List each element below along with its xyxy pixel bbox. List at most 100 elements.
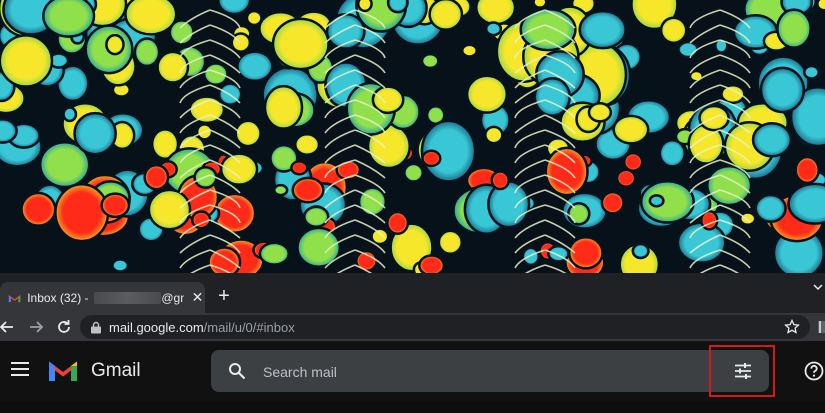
wallpaper-cell — [677, 40, 700, 59]
wallpaper-cell — [403, 162, 425, 183]
wallpaper-cell — [421, 149, 442, 168]
wallpaper-cell — [776, 8, 812, 49]
lock-icon — [91, 321, 101, 333]
wallpaper-cell — [124, 0, 178, 36]
gmail-logo-icon[interactable] — [47, 358, 79, 382]
wallpaper-cell — [612, 114, 650, 145]
wallpaper-cell — [20, 191, 57, 227]
wallpaper-cell — [794, 155, 820, 185]
chevron-down-icon[interactable] — [812, 281, 824, 293]
wallpaper-cell — [386, 0, 409, 14]
new-tab-button[interactable]: + — [214, 286, 234, 306]
wallpaper-cell — [291, 176, 325, 204]
wallpaper-cell — [293, 133, 321, 156]
wallpaper-cell — [521, 246, 541, 267]
wallpaper-cell — [216, 0, 252, 16]
wallpaper-cell — [303, 205, 330, 228]
wallpaper-feather — [699, 264, 740, 273]
wallpaper-cell — [236, 50, 274, 83]
wallpaper-cell — [615, 168, 637, 188]
redacted-email — [93, 291, 162, 304]
wallpaper-cell — [587, 102, 613, 123]
browser-toolbar: mail.google.com/mail/u/0/#inbox — [0, 313, 825, 341]
gmail-favicon-icon — [8, 294, 21, 302]
wallpaper-cell — [484, 125, 504, 145]
forward-arrow-icon[interactable] — [27, 318, 45, 336]
tab-title-suffix: @gn — [161, 290, 184, 305]
help-icon[interactable] — [804, 361, 824, 381]
wallpaper-cell — [290, 160, 309, 176]
address-bar[interactable]: mail.google.com/mail/u/0/#inbox — [80, 315, 810, 339]
wallpaper-cell — [105, 33, 125, 56]
tab-close-button[interactable]: ✕ — [190, 289, 205, 306]
wallpaper-cell — [460, 43, 478, 58]
desktop-wallpaper — [0, 0, 825, 273]
wallpaper-cell — [0, 117, 18, 144]
wallpaper-cell — [659, 16, 688, 45]
wallpaper-cell — [62, 106, 78, 123]
wallpaper-cell — [578, 9, 627, 50]
gmail-body-edge — [0, 401, 825, 413]
wallpaper-cell — [147, 188, 192, 231]
wallpaper-cell — [418, 254, 446, 273]
wallpaper-cell — [803, 64, 821, 80]
browser-tab-inbox[interactable]: Inbox (32) - @gn ✕ — [0, 282, 205, 313]
wallpaper-cell — [428, 0, 464, 31]
wallpaper-cell — [202, 62, 229, 87]
wallpaper-cell — [54, 182, 110, 243]
wallpaper-cell — [258, 241, 291, 266]
wallpaper-cell — [484, 21, 503, 37]
wallpaper-cell — [111, 258, 130, 273]
search-bar — [211, 350, 769, 394]
url-host: mail.google.com — [109, 319, 204, 335]
wallpaper-cell — [133, 37, 161, 68]
wallpaper-cell — [631, 242, 650, 260]
search-icon[interactable] — [228, 362, 246, 380]
gmail-wordmark: Gmail — [91, 360, 141, 381]
wallpaper-cell — [816, 0, 825, 12]
wallpaper-cell — [0, 34, 54, 88]
wallpaper-cell — [437, 229, 463, 256]
url-text: mail.google.com/mail/u/0/#inbox — [109, 320, 295, 335]
wallpaper-cell — [759, 66, 806, 114]
wallpaper-cell — [371, 85, 405, 115]
wallpaper-cell — [738, 211, 757, 226]
wallpaper-cell — [245, 9, 263, 27]
reload-icon[interactable] — [55, 318, 73, 336]
wallpaper-cell — [73, 111, 117, 156]
wallpaper-cell — [532, 0, 548, 9]
search-input[interactable] — [261, 350, 705, 394]
wallpaper-cell — [754, 193, 787, 223]
wallpaper-cell — [519, 7, 577, 52]
wallpaper-cell — [271, 17, 330, 71]
extension-icon[interactable] — [815, 319, 825, 335]
tab-title: Inbox (32) - — [27, 290, 89, 305]
wallpaper-cell — [386, 210, 410, 236]
url-path: /mail/u/0/#inbox — [203, 319, 295, 335]
search-options-highlight-box — [709, 345, 775, 397]
wallpaper-cell — [420, 52, 440, 70]
wallpaper-cell — [465, 74, 509, 114]
bookmark-star-icon[interactable] — [784, 319, 800, 335]
wallpaper-cell — [567, 201, 591, 226]
back-arrow-icon[interactable] — [0, 318, 16, 336]
wallpaper-cell — [219, 152, 259, 186]
wallpaper-cell — [356, 0, 373, 13]
main-menu-icon[interactable] — [11, 362, 29, 376]
wallpaper-cell — [474, 0, 517, 26]
wallpaper-cell — [370, 227, 390, 246]
wallpaper-cell — [688, 69, 705, 83]
wallpaper-cell — [272, 183, 289, 197]
wallpaper-cell — [622, 151, 644, 172]
browser-tab-strip: Inbox (32) - @gn ✕ + — [0, 273, 825, 313]
wallpaper-cell — [42, 0, 96, 38]
gmail-header: Gmail — [0, 341, 825, 401]
wallpaper-cell — [212, 192, 257, 234]
wallpaper-cell — [100, 192, 131, 219]
wallpaper-cell — [751, 122, 793, 158]
wallpaper-cell — [490, 170, 510, 191]
wallpaper-cell — [648, 194, 665, 208]
wallpaper-cell — [263, 84, 304, 130]
wallpaper-cell — [357, 186, 388, 217]
wallpaper-cell — [143, 163, 170, 191]
